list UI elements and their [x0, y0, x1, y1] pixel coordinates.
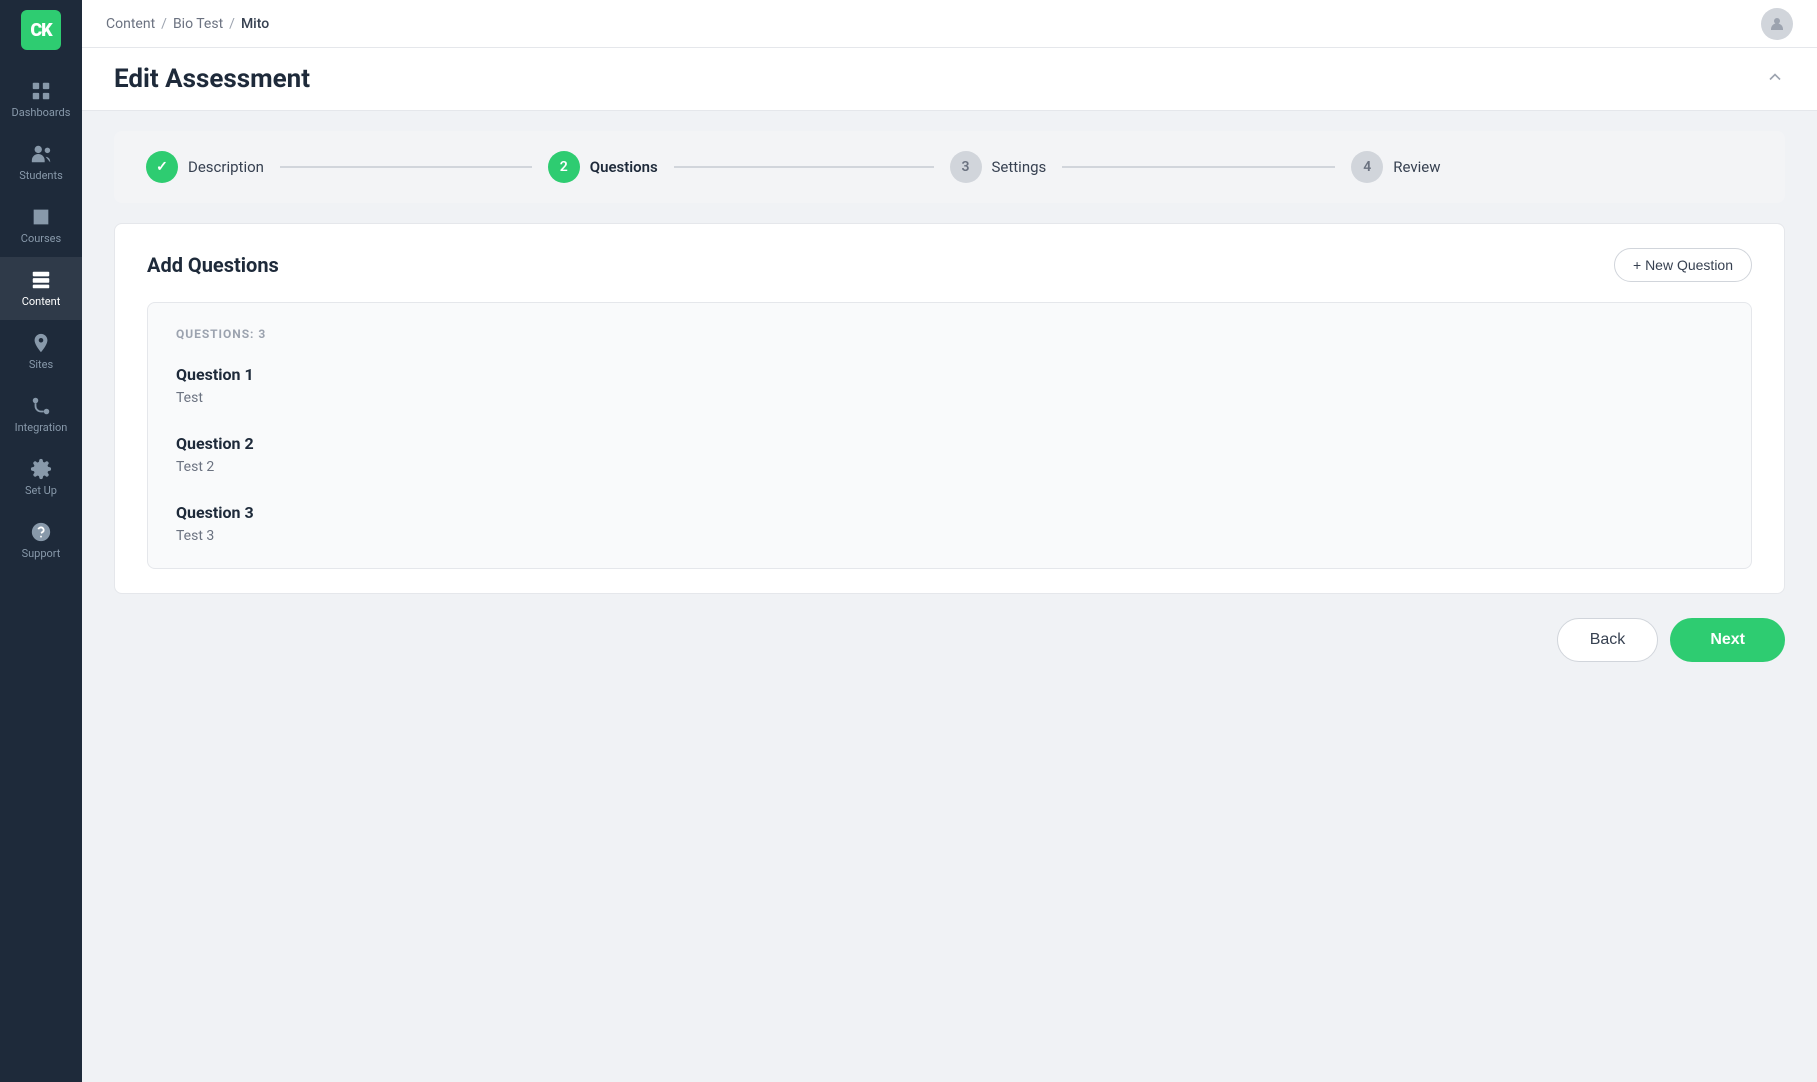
users-icon	[30, 143, 52, 165]
step-circle-description: ✓	[146, 151, 178, 183]
sidebar-logo: CK	[0, 0, 82, 60]
add-questions-section: Add Questions + New Question QUESTIONS: …	[114, 223, 1785, 594]
user-icon	[1768, 15, 1786, 33]
breadcrumb: Content / Bio Test / Mito	[106, 16, 269, 32]
layers-icon	[30, 269, 52, 291]
step-label-description: Description	[188, 158, 264, 176]
sidebar-item-support[interactable]: Support	[0, 509, 82, 572]
question-text: Test 3	[176, 528, 1723, 544]
question-icon	[30, 521, 52, 543]
step-circle-settings: 3	[950, 151, 982, 183]
topbar: Content / Bio Test / Mito	[82, 0, 1817, 48]
questions-card: QUESTIONS: 3 Question 1 Test Question 2 …	[147, 302, 1752, 569]
back-button[interactable]: Back	[1557, 618, 1659, 662]
question-name: Question 1	[176, 365, 1723, 384]
step-circle-review: 4	[1351, 151, 1383, 183]
step-settings: 3 Settings	[950, 151, 1352, 183]
new-question-button[interactable]: + New Question	[1614, 248, 1752, 282]
step-questions: 2 Questions	[548, 151, 950, 183]
step-label-questions: Questions	[590, 158, 658, 176]
collapse-button[interactable]	[1765, 67, 1785, 92]
steps-container: ✓ Description 2 Questions	[114, 131, 1785, 203]
step-line-2	[674, 166, 934, 168]
next-button[interactable]: Next	[1670, 618, 1785, 662]
page-content: Edit Assessment ✓ Description	[82, 48, 1817, 1082]
sidebar-item-students[interactable]: Students	[0, 131, 82, 194]
questions-count: QUESTIONS: 3	[176, 327, 1723, 341]
sidebar: CK Dashboards Students Courses Content S…	[0, 0, 82, 1082]
step-label-review: Review	[1393, 158, 1440, 176]
add-questions-header: Add Questions + New Question	[147, 248, 1752, 282]
step-review: 4 Review	[1351, 151, 1753, 183]
step-line-1	[280, 166, 532, 168]
question-name: Question 3	[176, 503, 1723, 522]
chevron-up-icon	[1765, 67, 1785, 87]
avatar[interactable]	[1761, 8, 1793, 40]
question-text: Test	[176, 390, 1723, 406]
sidebar-item-dashboards[interactable]: Dashboards	[0, 68, 82, 131]
sidebar-item-courses[interactable]: Courses	[0, 194, 82, 257]
question-text: Test 2	[176, 459, 1723, 475]
step-description: ✓ Description	[146, 151, 548, 183]
integration-icon	[30, 395, 52, 417]
gear-icon	[30, 458, 52, 480]
footer-buttons: Back Next	[114, 618, 1785, 682]
sidebar-item-setup[interactable]: Set Up	[0, 446, 82, 509]
add-questions-title: Add Questions	[147, 253, 279, 277]
edit-assessment-header: Edit Assessment	[82, 48, 1817, 111]
grid-icon	[30, 80, 52, 102]
step-line-3	[1062, 166, 1335, 168]
pin-icon	[30, 332, 52, 354]
page-title: Edit Assessment	[114, 64, 310, 94]
step-label-settings: Settings	[992, 158, 1047, 176]
question-item: Question 3 Test 3	[176, 503, 1723, 544]
sidebar-item-content[interactable]: Content	[0, 257, 82, 320]
logo-mark: CK	[21, 10, 61, 50]
sidebar-item-integration[interactable]: Integration	[0, 383, 82, 446]
question-name: Question 2	[176, 434, 1723, 453]
sidebar-item-sites[interactable]: Sites	[0, 320, 82, 383]
question-item: Question 1 Test	[176, 365, 1723, 406]
book-icon	[30, 206, 52, 228]
step-circle-questions: 2	[548, 151, 580, 183]
question-item: Question 2 Test 2	[176, 434, 1723, 475]
main-content: Content / Bio Test / Mito Edit Assessmen…	[82, 0, 1817, 1082]
